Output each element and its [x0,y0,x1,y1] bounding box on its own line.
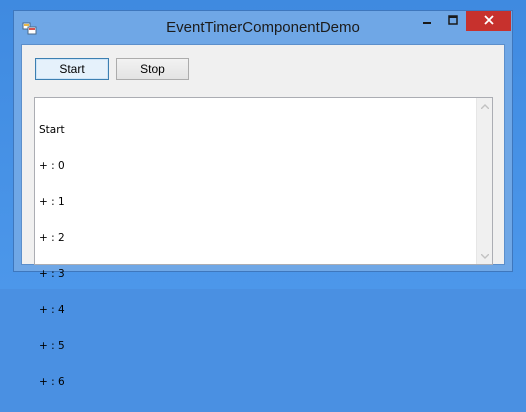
log-lines: Start + : 0 + : 1 + : 2 + : 3 + : 4 + : … [39,100,72,412]
title-bar[interactable]: EventTimerComponentDemo [14,11,512,45]
log-line: + : 2 [39,232,65,244]
maximize-icon [448,14,458,28]
log-line: + : 4 [39,304,65,316]
minimize-icon [422,14,432,28]
log-line: Start [39,124,65,136]
app-window: EventTimerComponentDemo Start Stop Start… [13,10,513,388]
log-line: + : 6 [39,376,65,388]
client-area: Start Stop Start + : 0 + : 1 + : 2 + : 3… [21,44,505,388]
log-line: + : 0 [39,160,65,172]
stop-button[interactable]: Stop [116,58,189,80]
desktop-background: EventTimerComponentDemo Start Stop Start… [0,0,526,388]
scroll-up-arrow-icon[interactable] [477,98,493,114]
log-line: + : 5 [39,340,65,352]
minimize-button[interactable] [413,11,440,31]
scroll-down-arrow-icon[interactable] [477,248,493,264]
vertical-scrollbar[interactable] [476,98,492,264]
close-icon [483,12,494,30]
log-line: + : 3 [39,268,65,280]
maximize-button[interactable] [440,11,466,31]
log-line: + : 1 [39,196,65,208]
start-button[interactable]: Start [35,58,109,80]
close-button[interactable] [466,11,511,31]
log-textbox[interactable]: Start + : 0 + : 1 + : 2 + : 3 + : 4 + : … [34,97,493,388]
